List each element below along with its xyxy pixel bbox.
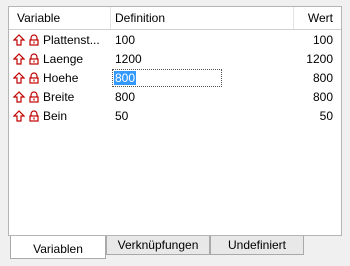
wert-value: 100 xyxy=(312,33,333,47)
table-row[interactable]: Breite 800 800 xyxy=(9,88,341,107)
table-row[interactable]: Plattenst... 100 100 xyxy=(9,31,341,50)
wert-value: 50 xyxy=(319,109,333,123)
column-header-wert[interactable]: Wert xyxy=(308,11,333,25)
variable-name: Laenge xyxy=(43,52,84,66)
up-arrow-icon xyxy=(13,34,25,46)
table-row[interactable]: Laenge 1200 1200 xyxy=(9,50,341,69)
lock-icon xyxy=(29,34,39,46)
definition-value[interactable]: 1200 xyxy=(115,52,142,66)
definition-value[interactable]: 100 xyxy=(115,33,135,47)
up-arrow-icon xyxy=(13,53,25,65)
definition-value-selected[interactable]: 800 xyxy=(114,71,137,85)
wert-value: 1200 xyxy=(306,52,333,66)
variable-name: Plattenst... xyxy=(43,33,100,47)
tab-bar: Variablen Verknüpfungen Undefiniert xyxy=(8,236,342,260)
variable-name: Breite xyxy=(43,90,75,104)
definition-value[interactable]: 50 xyxy=(115,109,128,123)
tab-undefiniert[interactable]: Undefiniert xyxy=(210,236,304,255)
table-header: Variable Definition Wert xyxy=(9,7,341,30)
table-row[interactable]: Bein 50 50 xyxy=(9,107,341,126)
lock-icon xyxy=(29,91,39,103)
wert-value: 800 xyxy=(312,71,333,85)
tab-verknuepfungen[interactable]: Verknüpfungen xyxy=(106,236,210,255)
variable-name: Bein xyxy=(43,109,68,123)
variables-table: Variable Definition Wert Plattenst... 10… xyxy=(8,6,342,236)
column-divider[interactable] xyxy=(110,7,111,29)
up-arrow-icon xyxy=(13,91,25,103)
window-edge xyxy=(342,6,350,236)
up-arrow-icon xyxy=(13,110,25,122)
up-arrow-icon xyxy=(13,72,25,84)
column-header-variable[interactable]: Variable xyxy=(17,11,60,25)
table-row[interactable]: Hoehe 800 800 xyxy=(9,69,341,88)
lock-icon xyxy=(29,110,39,122)
lock-icon xyxy=(29,53,39,65)
column-header-definition[interactable]: Definition xyxy=(115,11,165,25)
lock-icon xyxy=(29,72,39,84)
variable-name: Hoehe xyxy=(43,71,79,85)
tab-variablen[interactable]: Variablen xyxy=(10,236,106,259)
definition-value[interactable]: 800 xyxy=(115,90,135,104)
wert-value: 800 xyxy=(312,90,333,104)
column-divider[interactable] xyxy=(293,7,294,29)
